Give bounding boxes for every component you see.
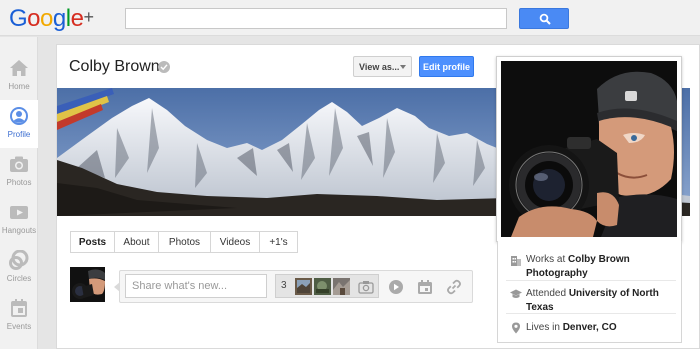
nav-label-profile: Profile [7, 130, 31, 139]
add-video-button[interactable] [388, 279, 404, 295]
profile-photo-frame [496, 56, 682, 242]
home-icon [10, 60, 28, 76]
nav-label-circles: Circles [6, 274, 32, 283]
nav-item-circles[interactable]: Circles [0, 244, 38, 292]
about-work-prefix: Works at [526, 254, 569, 265]
add-photos-strip[interactable]: 3 [275, 274, 379, 298]
edit-profile-button[interactable]: Edit profile [419, 56, 474, 77]
profile-icon [10, 107, 28, 125]
about-divider [506, 280, 676, 281]
tab-photos[interactable]: Photos [159, 231, 211, 253]
tab-about[interactable]: About [115, 231, 159, 253]
photo-thumbnail[interactable] [295, 278, 312, 295]
chevron-down-icon [400, 65, 406, 69]
left-nav: Home Profile Photos Hangouts Circles Eve… [0, 37, 38, 349]
profile-photo[interactable] [501, 61, 677, 237]
photo-thumbnail[interactable] [333, 278, 350, 295]
nav-label-home: Home [8, 82, 30, 91]
about-lives[interactable]: Denver, CO [563, 322, 617, 333]
top-bar: Google+ [0, 0, 700, 36]
avatar[interactable] [70, 267, 105, 302]
circles-icon [9, 250, 29, 270]
view-as-button[interactable]: View as... [353, 56, 412, 77]
add-link-button[interactable] [446, 279, 462, 295]
nav-item-photos[interactable]: Photos [0, 148, 38, 196]
nav-item-events[interactable]: Events [0, 292, 38, 340]
profile-name: Colby Brown [69, 58, 160, 75]
nav-label-hangouts: Hangouts [1, 226, 37, 235]
nav-label-photos: Photos [6, 178, 32, 187]
video-icon [10, 206, 28, 219]
graduation-cap-icon [510, 289, 522, 298]
verified-badge-icon [158, 61, 170, 73]
building-icon [511, 256, 521, 266]
tab-posts[interactable]: Posts [70, 231, 115, 253]
calendar-icon [11, 299, 27, 317]
about-panel: Works at Colby Brown Photography Attende… [497, 241, 682, 343]
nav-item-home[interactable]: Home [0, 52, 38, 100]
view-as-label: View as... [359, 62, 400, 72]
google-plus-logo[interactable]: Google+ [9, 5, 94, 33]
camera-icon [358, 281, 374, 294]
add-photo-button[interactable] [356, 277, 376, 296]
tab-videos[interactable]: Videos [211, 231, 260, 253]
search-icon [539, 13, 551, 25]
add-event-button[interactable] [417, 279, 433, 295]
nav-item-hangouts[interactable]: Hangouts [0, 196, 38, 244]
search-input[interactable] [125, 8, 507, 29]
about-divider [506, 313, 676, 314]
profile-tabs: Posts About Photos Videos +1's [70, 231, 298, 253]
tab-plus-ones[interactable]: +1's [260, 231, 298, 253]
photo-count: 3 [281, 280, 287, 291]
share-input[interactable]: Share what's new... [125, 274, 267, 298]
about-lives-prefix: Lives in [526, 322, 563, 333]
nav-item-profile[interactable]: Profile [0, 100, 38, 148]
nav-label-events: Events [6, 322, 32, 331]
camera-icon [10, 156, 28, 172]
photo-thumbnail[interactable] [314, 278, 331, 295]
about-school-prefix: Attended [526, 288, 569, 299]
location-pin-icon [512, 322, 520, 334]
search-button[interactable] [519, 8, 569, 29]
